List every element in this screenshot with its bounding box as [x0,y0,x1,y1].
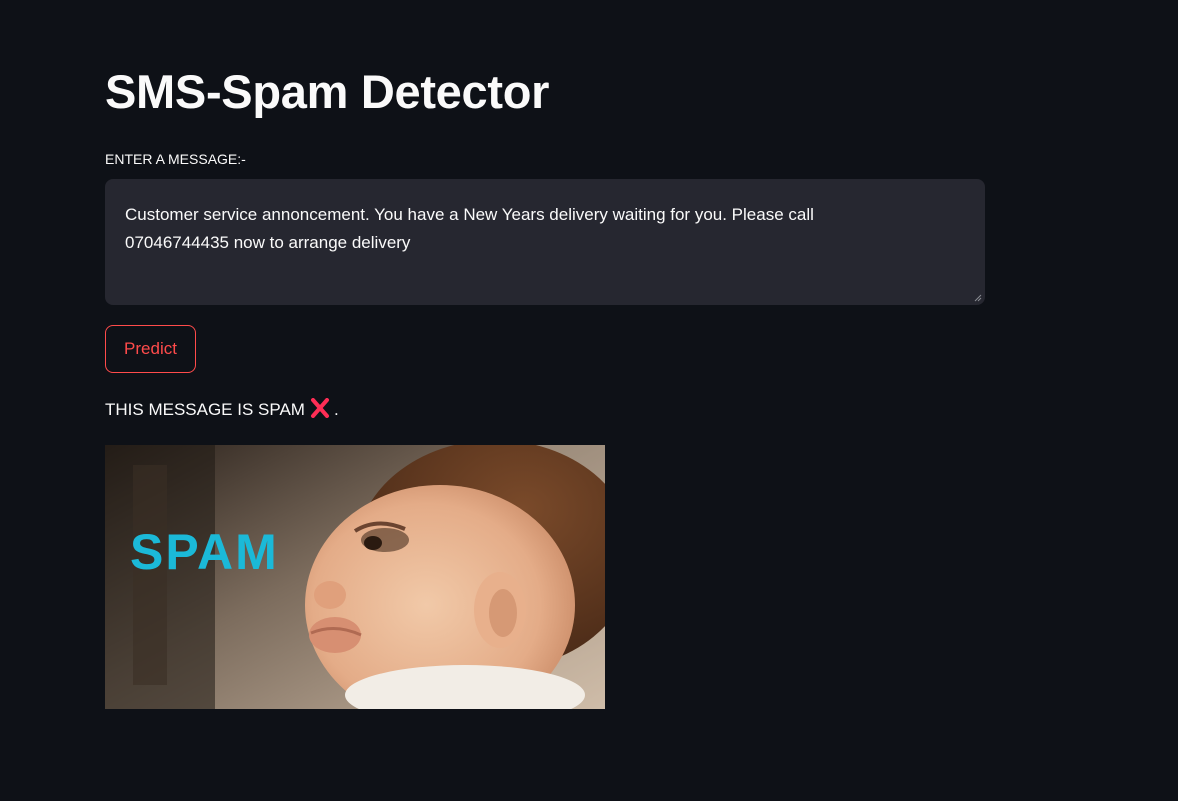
page-title: SMS-Spam Detector [105,65,550,118]
resize-handle-icon[interactable] [974,294,982,302]
message-textarea-value[interactable]: Customer service annoncement. You have a… [125,201,945,257]
spam-result-image: SPAM [105,445,605,709]
prediction-result: THIS MESSAGE IS SPAM. [105,397,339,426]
result-period: . [333,400,339,419]
message-textarea[interactable]: Customer service annoncement. You have a… [105,179,985,305]
predict-button[interactable]: Predict [105,325,196,373]
message-input-label: ENTER A MESSAGE:- [105,151,246,167]
image-spam-text: SPAM [130,524,279,580]
result-text: THIS MESSAGE IS SPAM [105,400,305,419]
cross-mark-icon [309,398,331,426]
